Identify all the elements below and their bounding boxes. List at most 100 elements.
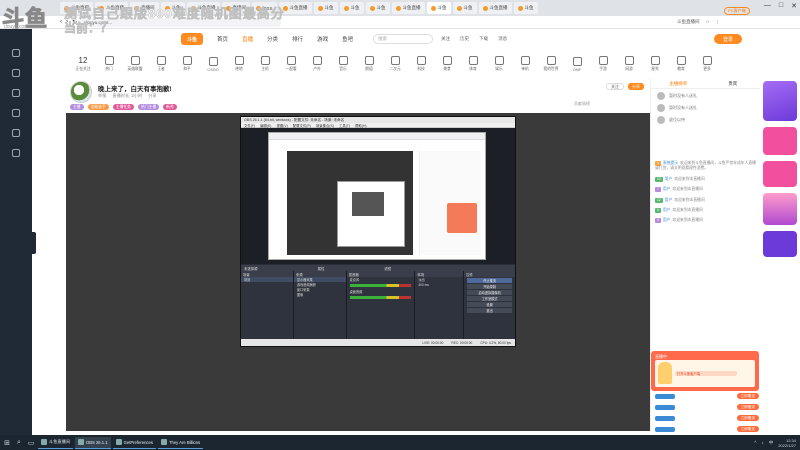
category-item[interactable]: 体育 — [460, 56, 486, 72]
pc-client-button[interactable]: PC客户端 — [724, 7, 750, 15]
chat-username[interactable]: 用户 — [663, 187, 671, 191]
category-item[interactable]: 教育 — [668, 56, 694, 72]
browser-tab[interactable]: 斗鱼 — [452, 2, 477, 14]
category-item[interactable]: 颜值 — [356, 56, 382, 72]
send-gift-button[interactable]: 立即赠送 — [736, 426, 759, 432]
category-item[interactable]: CSGO — [200, 56, 226, 72]
obs-control-button[interactable]: 退出 — [467, 308, 513, 313]
browser-tab[interactable]: 斗鱼 — [365, 2, 390, 14]
tab-vip[interactable]: 贵宾 — [706, 79, 761, 88]
maximize-icon[interactable]: □ — [779, 2, 783, 10]
nav-link[interactable]: 游戏 — [317, 35, 328, 43]
category-item[interactable]: 绝地 — [226, 56, 252, 72]
sidebar-item-game[interactable] — [12, 129, 20, 137]
category-item[interactable]: 星秀 — [642, 56, 668, 72]
header-icon-link[interactable]: 历史 — [460, 36, 469, 42]
taskbar-app[interactable]: GetPreferences — [112, 437, 156, 449]
follow-count[interactable]: 12 正在关注 — [70, 56, 96, 72]
minimize-icon[interactable]: — — [764, 2, 771, 10]
browser-tab[interactable]: 斗鱼 — [426, 2, 451, 14]
obs-control-button[interactable]: 设置 — [467, 302, 513, 307]
obs-menu-item[interactable]: 帮助(H) — [355, 123, 367, 128]
start-icon[interactable]: ⊞ — [2, 438, 12, 448]
obs-window[interactable]: OBS 26.1.1 (64-bit, windows) - 配置文件: 未命名… — [240, 116, 516, 347]
obs-scene-item[interactable]: 场景 — [241, 277, 293, 282]
clock[interactable]: 12:34 2022/1/27 — [778, 438, 796, 448]
category-item[interactable]: 我的世界 — [538, 56, 564, 72]
obs-menu-item[interactable]: 文件(F) — [244, 123, 255, 128]
send-gift-button[interactable]: 立即赠送 — [736, 404, 759, 410]
obs-preview[interactable] — [241, 128, 515, 264]
taskbar-app[interactable]: They Are Billions — [157, 437, 204, 449]
obs-control-button[interactable]: 开始录制 — [467, 284, 513, 289]
tray-icon[interactable]: ^ — [754, 440, 756, 445]
browser-tab[interactable]: 斗鱼直播 — [478, 2, 512, 14]
browser-tab[interactable]: 斗鱼直播 — [391, 2, 425, 14]
streamer-avatar[interactable] — [70, 81, 92, 103]
nav-link[interactable]: 分类 — [267, 35, 278, 43]
obs-menu-item[interactable]: 配置文件(P) — [293, 123, 311, 128]
category-item[interactable]: 网游 — [616, 56, 642, 72]
chat-username[interactable]: 用户 — [663, 208, 671, 212]
category-item[interactable]: 英雄联盟 — [122, 56, 148, 72]
obs-properties[interactable]: 属性 — [318, 266, 325, 271]
star-icon[interactable]: ☆ — [705, 19, 709, 25]
category-item[interactable]: 单机 — [512, 56, 538, 72]
category-item[interactable]: 娱乐 — [486, 56, 512, 72]
obs-filters[interactable]: 滤镜 — [384, 266, 391, 271]
browser-tab[interactable]: 斗鱼 — [339, 2, 364, 14]
category-item[interactable]: 音乐 — [330, 56, 356, 72]
promo-banner[interactable] — [763, 193, 797, 225]
obs-control-button[interactable]: 工作室模式 — [467, 296, 513, 301]
obs-menu-item[interactable]: 工具(T) — [339, 123, 350, 128]
contribution-rank[interactable]: 贡献周榜 — [574, 101, 590, 107]
category-item[interactable]: 美食 — [434, 56, 460, 72]
category-item[interactable]: 主机 — [252, 56, 278, 72]
obs-transition-duration[interactable]: 300 ms — [415, 282, 463, 287]
category-item[interactable]: 王者 — [148, 56, 174, 72]
nav-link[interactable]: 鱼吧 — [342, 35, 353, 43]
follow-button[interactable]: 关注 — [606, 83, 624, 90]
promo-banner[interactable] — [763, 81, 797, 121]
category-item[interactable]: 二次元 — [382, 56, 408, 72]
tray-icon[interactable]: ♪ — [761, 440, 763, 445]
nav-link[interactable]: 首页 — [217, 35, 228, 43]
header-icon-link[interactable]: 关注 — [441, 36, 450, 42]
category-item[interactable]: 手游 — [590, 56, 616, 72]
send-gift-button[interactable]: 立即赠送 — [736, 393, 759, 399]
search-input[interactable]: 搜索 — [373, 34, 434, 44]
back-icon[interactable]: ‹ — [60, 19, 62, 25]
share-link[interactable]: 分享 — [148, 93, 156, 99]
browser-tab[interactable]: 斗鱼 — [313, 2, 338, 14]
sidebar-collapse-handle[interactable] — [32, 232, 36, 254]
search-icon[interactable]: ⌕ — [14, 438, 24, 448]
site-logo[interactable]: 斗鱼 — [181, 33, 203, 45]
header-icon-link[interactable]: 下载 — [479, 36, 488, 42]
menu-icon[interactable]: ⋮ — [716, 19, 721, 25]
sidebar-item-yuba[interactable] — [12, 149, 20, 157]
obs-desktop-meter[interactable] — [349, 296, 412, 299]
close-icon[interactable]: ✕ — [791, 2, 797, 10]
browser-tab[interactable]: 斗鱼 — [513, 2, 538, 14]
category-item[interactable]: 一起看 — [278, 56, 304, 72]
chat-username[interactable]: 用户 — [665, 198, 673, 202]
taskbar-app[interactable]: OBS 26.1.1 — [74, 436, 111, 449]
sidebar-item-follow[interactable] — [12, 69, 20, 77]
promo-popup[interactable]: 直播中 打开斗鱼客户端 — [651, 351, 759, 391]
obs-control-button[interactable]: 停止推流 — [467, 278, 513, 283]
obs-control-button[interactable]: 启动虚拟摄像机 — [467, 290, 513, 295]
category-item[interactable]: 和平 — [174, 56, 200, 72]
task-view-icon[interactable]: ▭ — [26, 438, 36, 448]
chat-username[interactable]: 系统提示 — [663, 161, 678, 165]
obs-menu-item[interactable]: 视图(V) — [276, 123, 287, 128]
category-item[interactable]: 科技 — [408, 56, 434, 72]
obs-menu-item[interactable]: 编辑(E) — [260, 123, 271, 128]
sidebar-item-rank[interactable] — [12, 109, 20, 117]
addr-extension[interactable]: 斗鱼直播间 — [677, 19, 700, 25]
tab-rank[interactable]: 主播榜单 — [651, 79, 706, 88]
category-item[interactable]: DNF — [564, 56, 590, 72]
sidebar-item-recommend[interactable] — [12, 49, 20, 57]
header-icon-link[interactable]: 消息 — [498, 36, 507, 42]
promo-banner[interactable] — [763, 161, 797, 187]
promo-banner[interactable] — [763, 231, 797, 257]
